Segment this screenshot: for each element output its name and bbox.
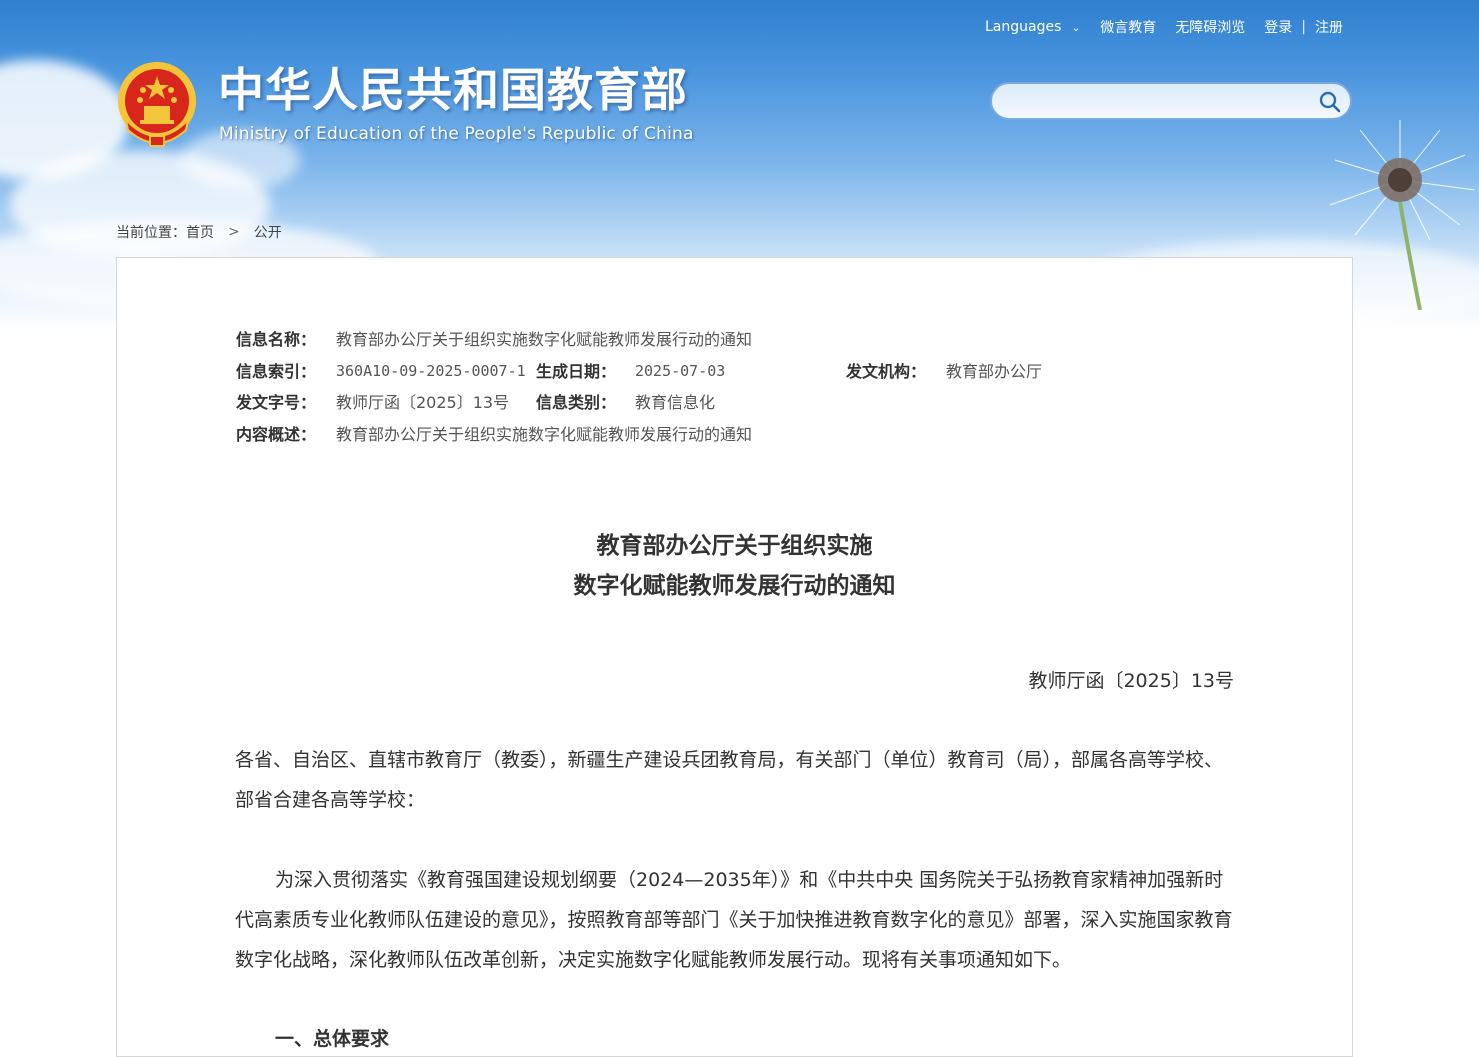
summary-value: 教育部办公厅关于组织实施数字化赋能教师发展行动的通知 (336, 424, 753, 444)
date-value: 2025-07-03 (635, 361, 726, 380)
breadcrumb: 当前位置： 首页 > 公开 (116, 222, 282, 242)
index-label: 信息索引： (236, 361, 317, 381)
accessibility-link[interactable]: 无障碍浏览 (1175, 17, 1245, 37)
category-value: 教育信息化 (635, 393, 716, 412)
weiyan-link[interactable]: 微言教育 (1100, 17, 1156, 37)
addressee-paragraph: 各省、自治区、直辖市教育厅（教委），新疆生产建设兵团教育局，有关部门（单位）教育… (235, 749, 1224, 811)
top-links: Languages ⌄ 微言教育 无障碍浏览 登录 | 注册 (985, 17, 1343, 37)
info-name-label: 信息名称： (236, 330, 317, 349)
info-name-value: 教育部办公厅关于组织实施数字化赋能教师发展行动的通知 (336, 330, 753, 349)
document-number: 教师厅函〔2025〕13号 (1028, 670, 1234, 692)
login-link[interactable]: 登录 (1264, 17, 1292, 37)
category-label: 信息类别： (536, 393, 617, 412)
document-title-line1: 教育部办公厅关于组织实施 (596, 533, 873, 559)
breadcrumb-arrow-icon: > (228, 224, 240, 240)
search-input[interactable] (1006, 89, 1310, 115)
date-label: 生成日期： (536, 361, 617, 381)
doc-no-value: 教师厅函〔2025〕13号 (336, 393, 510, 412)
summary-label: 内容概述： (236, 424, 317, 444)
breadcrumb-home-link[interactable]: 首页 (186, 222, 214, 242)
search-box (990, 82, 1352, 120)
index-value: 360A10-09-2025-0007-1 (336, 361, 526, 380)
languages-label: Languages (985, 19, 1062, 35)
article-container: 信息名称： 教育部办公厅关于组织实施数字化赋能教师发展行动的通知 信息索引： 3… (116, 257, 1353, 1057)
intro-paragraph: 为深入贯彻落实《教育强国建设规划纲要（2024—2035年）》和《中共中央 国务… (235, 869, 1233, 971)
site-subtitle: Ministry of Education of the People's Re… (219, 124, 694, 144)
breadcrumb-current-link[interactable]: 公开 (254, 222, 282, 242)
search-icon[interactable] (1318, 90, 1342, 114)
national-emblem-logo[interactable] (116, 60, 198, 148)
issuer-value: 教育部办公厅 (946, 361, 1043, 381)
section-heading: 一、总体要求 (275, 1028, 390, 1050)
breadcrumb-prefix: 当前位置： (116, 225, 186, 241)
chevron-down-icon: ⌄ (1071, 23, 1081, 34)
link-separator: | (1301, 19, 1306, 35)
doc-no-label: 发文字号： (236, 393, 317, 412)
register-link[interactable]: 注册 (1315, 17, 1343, 37)
issuer-label: 发文机构： (846, 361, 927, 381)
site-title[interactable]: 中华人民共和国教育部 (218, 62, 688, 118)
languages-dropdown[interactable]: Languages ⌄ (985, 19, 1080, 35)
document-title-line2: 数字化赋能教师发展行动的通知 (573, 573, 896, 599)
